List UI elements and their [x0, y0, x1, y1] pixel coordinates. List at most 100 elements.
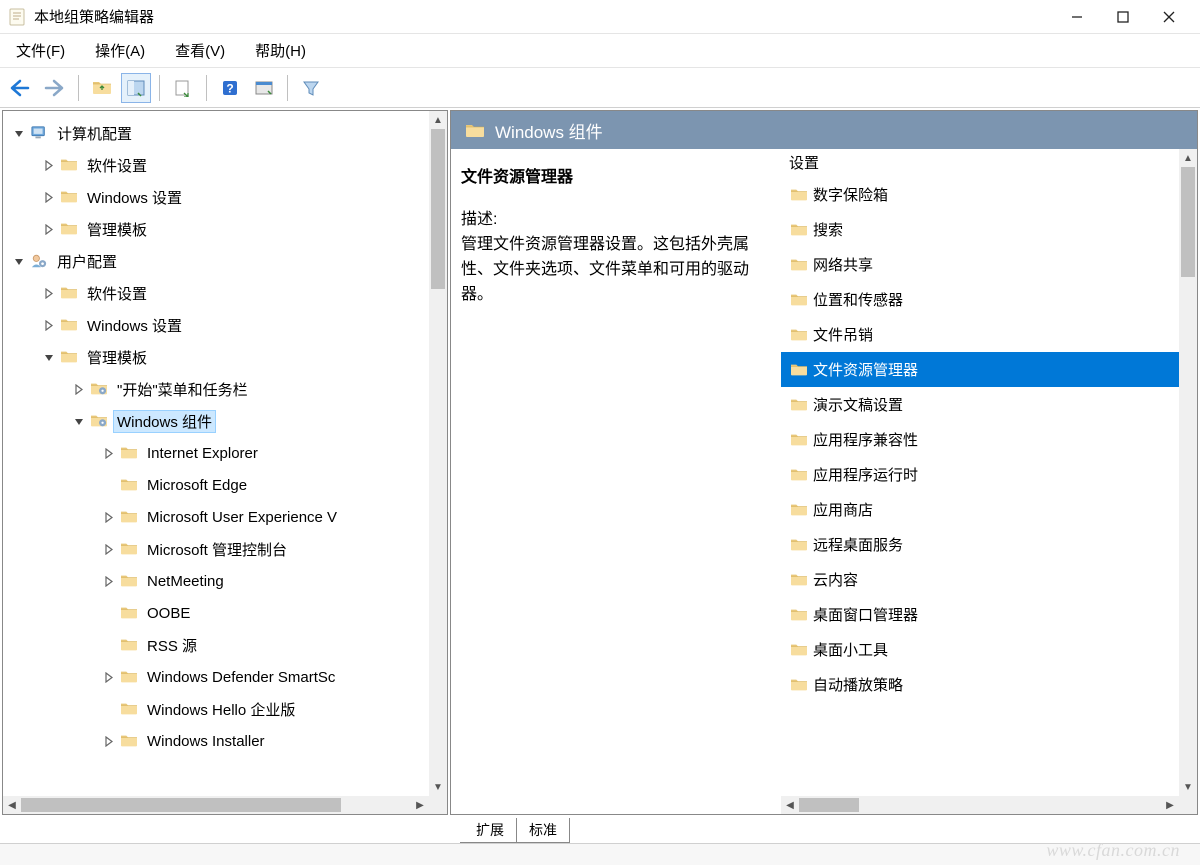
list-item[interactable]: 应用程序运行时 — [781, 457, 1179, 492]
expand-icon[interactable] — [41, 189, 57, 205]
tree-item-label: Windows 设置 — [83, 314, 186, 337]
tree-item[interactable]: RSS 源 — [3, 629, 429, 661]
list-item[interactable]: 远程桌面服务 — [781, 527, 1179, 562]
expand-icon[interactable] — [101, 669, 117, 685]
list-item[interactable]: 演示文稿设置 — [781, 387, 1179, 422]
folder-icon — [789, 642, 809, 658]
back-button[interactable] — [6, 73, 36, 103]
tree-item[interactable]: Internet Explorer — [3, 437, 429, 469]
tree-item[interactable]: Microsoft User Experience V — [3, 501, 429, 533]
show-tree-button[interactable] — [121, 73, 151, 103]
description-area: 文件资源管理器 描述: 管理文件资源管理器设置。这包括外壳属性、文件夹选项、文件… — [451, 149, 781, 814]
properties-button[interactable] — [249, 73, 279, 103]
collapse-icon[interactable] — [11, 253, 27, 269]
list-item[interactable]: 文件资源管理器 — [781, 352, 1179, 387]
list-item[interactable]: 应用商店 — [781, 492, 1179, 527]
expand-icon[interactable] — [101, 509, 117, 525]
tree-item[interactable]: 软件设置 — [3, 149, 429, 181]
details-header-title: Windows 组件 — [495, 118, 603, 143]
tree-item[interactable]: 用户配置 — [3, 245, 429, 277]
collapse-icon[interactable] — [11, 125, 27, 141]
tree-item[interactable]: OOBE — [3, 597, 429, 629]
expand-icon[interactable] — [71, 381, 87, 397]
folder-icon — [789, 572, 809, 588]
folder-icon — [789, 607, 809, 623]
list-vertical-scrollbar[interactable]: ▲ ▼ — [1179, 149, 1197, 796]
tree-item[interactable]: Windows Hello 企业版 — [3, 693, 429, 725]
expand-icon[interactable] — [101, 541, 117, 557]
list-item[interactable]: 自动播放策略 — [781, 667, 1179, 702]
folder-icon — [789, 677, 809, 693]
up-folder-button[interactable] — [87, 73, 117, 103]
list-horizontal-scrollbar[interactable]: ◀▶ — [781, 796, 1179, 814]
tree-item[interactable]: 管理模板 — [3, 213, 429, 245]
expand-icon[interactable] — [41, 221, 57, 237]
tree-item[interactable]: Windows 设置 — [3, 309, 429, 341]
export-button[interactable] — [168, 73, 198, 103]
list-item[interactable]: 桌面窗口管理器 — [781, 597, 1179, 632]
folder-icon — [119, 733, 139, 749]
expand-icon[interactable] — [101, 573, 117, 589]
filter-button[interactable] — [296, 73, 326, 103]
minimize-button[interactable] — [1054, 2, 1100, 32]
tree-item[interactable]: Windows 组件 — [3, 405, 429, 437]
tree-item-label: Windows Hello 企业版 — [143, 698, 299, 721]
folder-icon — [465, 122, 485, 138]
tab-extended[interactable]: 扩展 — [460, 818, 517, 843]
forward-button[interactable] — [40, 73, 70, 103]
tree-horizontal-scrollbar[interactable]: ◀▶ — [3, 796, 429, 814]
view-tabs: 扩展 标准 — [460, 817, 569, 843]
expand-icon[interactable] — [41, 285, 57, 301]
folder-icon — [59, 221, 79, 237]
expand-icon[interactable] — [41, 157, 57, 173]
settings-column-header[interactable]: 设置 — [781, 149, 1197, 175]
list-item[interactable]: 网络共享 — [781, 247, 1179, 282]
menu-file[interactable]: 文件(F) — [10, 38, 71, 63]
tree-item[interactable]: Microsoft Edge — [3, 469, 429, 501]
tree-item[interactable]: 计算机配置 — [3, 117, 429, 149]
tree-item[interactable]: Windows 设置 — [3, 181, 429, 213]
help-button[interactable]: ? — [215, 73, 245, 103]
list-item[interactable]: 数字保险箱 — [781, 177, 1179, 212]
expand-icon[interactable] — [101, 733, 117, 749]
list-item-label: 文件吊销 — [813, 324, 873, 345]
expand-icon[interactable] — [41, 317, 57, 333]
policy-tree[interactable]: 计算机配置软件设置Windows 设置管理模板用户配置软件设置Windows 设… — [3, 111, 429, 796]
tree-item[interactable]: Windows Defender SmartSc — [3, 661, 429, 693]
menu-help[interactable]: 帮助(H) — [249, 38, 312, 63]
tree-item[interactable]: NetMeeting — [3, 565, 429, 597]
list-item[interactable]: 应用程序兼容性 — [781, 422, 1179, 457]
list-item[interactable]: 位置和传感器 — [781, 282, 1179, 317]
list-item-label: 自动播放策略 — [813, 674, 903, 695]
tree-item[interactable]: 软件设置 — [3, 277, 429, 309]
selected-item-title: 文件资源管理器 — [461, 163, 767, 187]
tab-standard[interactable]: 标准 — [516, 818, 570, 843]
tree-item-label: Windows 设置 — [83, 186, 186, 209]
collapse-icon[interactable] — [41, 349, 57, 365]
list-item-label: 文件资源管理器 — [813, 359, 918, 380]
list-item[interactable]: 文件吊销 — [781, 317, 1179, 352]
folder-icon — [59, 317, 79, 333]
list-item[interactable]: 搜索 — [781, 212, 1179, 247]
list-item[interactable]: 桌面小工具 — [781, 632, 1179, 667]
collapse-icon[interactable] — [71, 413, 87, 429]
tree-item-label: OOBE — [143, 604, 194, 623]
folder-icon — [789, 397, 809, 413]
description-label: 描述: — [461, 205, 767, 229]
tree-item[interactable]: Microsoft 管理控制台 — [3, 533, 429, 565]
menu-action[interactable]: 操作(A) — [89, 38, 151, 63]
tree-vertical-scrollbar[interactable]: ▲ ▼ — [429, 111, 447, 796]
tree-item[interactable]: Windows Installer — [3, 725, 429, 757]
list-item-label: 桌面窗口管理器 — [813, 604, 918, 625]
expand-icon[interactable] — [101, 445, 117, 461]
tree-item-label: 软件设置 — [83, 154, 151, 177]
tree-item[interactable]: "开始"菜单和任务栏 — [3, 373, 429, 405]
tree-item[interactable]: 管理模板 — [3, 341, 429, 373]
settings-list: 设置 数字保险箱搜索网络共享位置和传感器文件吊销文件资源管理器演示文稿设置应用程… — [781, 149, 1197, 814]
maximize-button[interactable] — [1100, 2, 1146, 32]
list-item[interactable]: 云内容 — [781, 562, 1179, 597]
menu-bar: 文件(F) 操作(A) 查看(V) 帮助(H) — [0, 34, 1200, 68]
menu-view[interactable]: 查看(V) — [169, 38, 231, 63]
close-button[interactable] — [1146, 2, 1192, 32]
list-item-label: 位置和传感器 — [813, 289, 903, 310]
